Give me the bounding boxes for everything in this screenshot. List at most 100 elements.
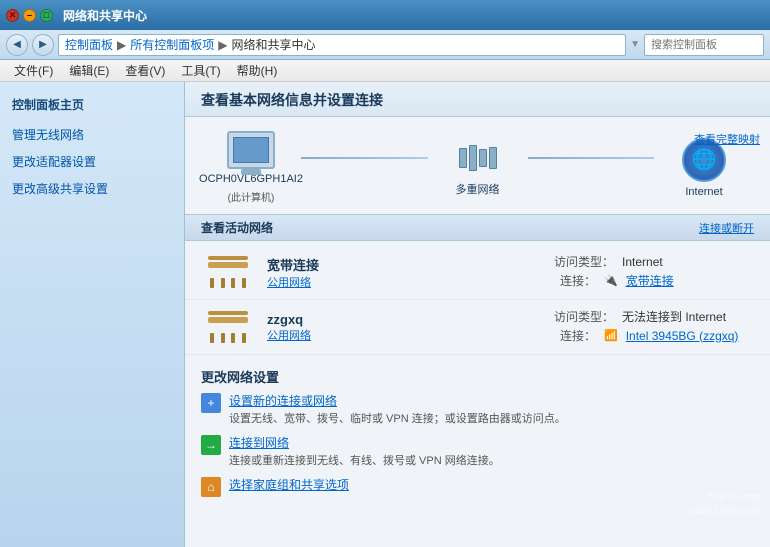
title-bar: ✕ – □ 网络和共享中心 bbox=[0, 0, 770, 30]
multi-bar-4 bbox=[489, 147, 497, 169]
bench-leg-8 bbox=[242, 333, 246, 343]
internet-label: Internet bbox=[685, 186, 722, 198]
bench-leg-5 bbox=[210, 333, 214, 343]
sidebar-link-adapter[interactable]: 更改适配器设置 bbox=[0, 148, 184, 175]
homegroup-link[interactable]: 选择家庭组和共享选项 bbox=[229, 476, 349, 493]
forward-button[interactable]: ▶ bbox=[32, 34, 54, 56]
broadband-access-label: 访问类型： bbox=[554, 253, 614, 270]
bench-leg-2 bbox=[221, 278, 225, 288]
bench-back-2 bbox=[208, 311, 248, 315]
settings-item-homegroup: ⌂ 选择家庭组和共享选项 bbox=[201, 476, 754, 497]
maximize-button[interactable]: □ bbox=[40, 9, 53, 22]
network-diagram: OCPH0VL6GPH1AI2 (此计算机) 多重网络 bbox=[185, 117, 770, 214]
zzgxq-access-row: 访问类型： 无法连接到 Internet bbox=[554, 308, 754, 325]
view-complete-link[interactable]: 查看完整映射 bbox=[694, 131, 760, 147]
broadband-type[interactable]: 公用网络 bbox=[267, 274, 542, 290]
active-networks-title: 查看活动网络 bbox=[201, 219, 273, 236]
zzgxq-info: zzgxq 公用网络 bbox=[267, 312, 542, 343]
zzgxq-icon-wrap bbox=[201, 311, 255, 343]
change-settings-section: 更改网络设置 + 设置新的连接或网络 设置无线、宽带、拨号、临时或 VPN 连接… bbox=[185, 359, 770, 509]
breadcrumb-controlpanel[interactable]: 控制面板 bbox=[65, 36, 113, 53]
bench-icon-zzgxq bbox=[204, 311, 252, 343]
minimize-button[interactable]: – bbox=[23, 9, 36, 22]
zzgxq-signal-icon: 📶 bbox=[604, 329, 618, 342]
menu-file[interactable]: 文件(F) bbox=[6, 60, 61, 81]
zzgxq-connect-label: 连接： bbox=[554, 327, 596, 344]
zzgxq-access-label: 访问类型： bbox=[554, 308, 614, 325]
bench-seat bbox=[208, 262, 248, 268]
active-networks-header: 查看活动网络 连接或断开 bbox=[185, 214, 770, 241]
bench-leg-1 bbox=[210, 278, 214, 288]
window-title: 网络和共享中心 bbox=[63, 7, 147, 24]
content-area: 查看基本网络信息并设置连接 OCPH0VL6GPH1AI2 (此计算机) bbox=[185, 82, 770, 547]
menu-help[interactable]: 帮助(H) bbox=[229, 60, 286, 81]
sidebar-link-sharing[interactable]: 更改高级共享设置 bbox=[0, 175, 184, 202]
bench-leg-6 bbox=[221, 333, 225, 343]
breadcrumb: 控制面板 ▶ 所有控制面板项 ▶ 网络和共享中心 bbox=[58, 34, 626, 56]
sidebar-link-wireless[interactable]: 管理无线网络 bbox=[0, 121, 184, 148]
settings-item-new-connection: + 设置新的连接或网络 设置无线、宽带、拨号、临时或 VPN 连接；或设置路由器… bbox=[201, 392, 754, 426]
net-node-computer: OCPH0VL6GPH1AI2 (此计算机) bbox=[201, 131, 301, 204]
main-layout: 控制面板主页 管理无线网络 更改适配器设置 更改高级共享设置 查看基本网络信息并… bbox=[0, 82, 770, 547]
homegroup-icon: ⌂ bbox=[201, 477, 221, 497]
search-input[interactable] bbox=[644, 34, 764, 56]
address-bar: ◀ ▶ 控制面板 ▶ 所有控制面板项 ▶ 网络和共享中心 ▼ bbox=[0, 30, 770, 60]
broadband-info: 宽带连接 公用网络 bbox=[267, 255, 542, 290]
settings-title: 更改网络设置 bbox=[201, 367, 754, 386]
settings-item-connect: → 连接到网络 连接或重新连接到无线、有线、拨号或 VPN 网络连接。 bbox=[201, 434, 754, 468]
bench-legs bbox=[210, 278, 246, 288]
broadband-status: 访问类型： Internet 连接： 🔌 宽带连接 bbox=[554, 253, 754, 291]
menu-edit[interactable]: 编辑(E) bbox=[61, 60, 117, 81]
zzgxq-name: zzgxq bbox=[267, 312, 542, 327]
breadcrumb-current: 网络和共享中心 bbox=[232, 36, 316, 53]
multi-bar-1 bbox=[459, 148, 467, 168]
broadband-connect-row: 连接： 🔌 宽带连接 bbox=[554, 272, 754, 289]
zzgxq-status: 访问类型： 无法连接到 Internet 连接： 📶 Intel 3945BG … bbox=[554, 308, 754, 346]
multi-network-icon bbox=[454, 139, 502, 177]
new-connection-text: 设置新的连接或网络 设置无线、宽带、拨号、临时或 VPN 连接；或设置路由器或访… bbox=[229, 392, 566, 426]
bench-leg-7 bbox=[231, 333, 235, 343]
broadband-connect-value[interactable]: 宽带连接 bbox=[626, 272, 674, 289]
broadband-access-value: Internet bbox=[622, 255, 663, 269]
broadband-icon-wrap bbox=[201, 256, 255, 288]
computer-icon bbox=[227, 131, 275, 169]
zzgxq-access-value: 无法连接到 Internet bbox=[622, 308, 726, 325]
connect-icon: → bbox=[201, 435, 221, 455]
breadcrumb-allitems[interactable]: 所有控制面板项 bbox=[130, 36, 214, 53]
broadband-connect-icon: 🔌 bbox=[604, 274, 618, 287]
new-connection-desc: 设置无线、宽带、拨号、临时或 VPN 连接；或设置路由器或访问点。 bbox=[229, 413, 566, 425]
zzgxq-connect-value[interactable]: Intel 3945BG (zzgxq) bbox=[626, 329, 739, 343]
new-connection-link[interactable]: 设置新的连接或网络 bbox=[229, 392, 566, 409]
zzgxq-type[interactable]: 公用网络 bbox=[267, 327, 542, 343]
menu-tools[interactable]: 工具(T) bbox=[173, 60, 228, 81]
zzgxq-connect-row: 连接： 📶 Intel 3945BG (zzgxq) bbox=[554, 327, 754, 344]
network-item-zzgxq: zzgxq 公用网络 访问类型： 无法连接到 Internet 连接： 📶 In… bbox=[185, 300, 770, 355]
network-list: 宽带连接 公用网络 访问类型： Internet 连接： 🔌 宽带连接 bbox=[185, 241, 770, 359]
connect-text: 连接到网络 连接或重新连接到无线、有线、拨号或 VPN 网络连接。 bbox=[229, 434, 500, 468]
broadband-name: 宽带连接 bbox=[267, 255, 542, 274]
network-line-2 bbox=[528, 157, 655, 159]
breadcrumb-sep1: ▶ bbox=[117, 38, 126, 52]
new-connection-icon: + bbox=[201, 393, 221, 413]
close-button[interactable]: ✕ bbox=[6, 9, 19, 22]
bench-back bbox=[208, 256, 248, 260]
menu-bar: 文件(F) 编辑(E) 查看(V) 工具(T) 帮助(H) bbox=[0, 60, 770, 82]
monitor-screen bbox=[233, 137, 269, 163]
network-item-broadband: 宽带连接 公用网络 访问类型： Internet 连接： 🔌 宽带连接 bbox=[185, 245, 770, 300]
network-line-1 bbox=[301, 157, 428, 159]
address-dropdown[interactable]: ▼ bbox=[630, 39, 640, 50]
connect-desc: 连接或重新连接到无线、有线、拨号或 VPN 网络连接。 bbox=[229, 455, 500, 467]
multi-label: 多重网络 bbox=[456, 181, 500, 197]
broadband-access-row: 访问类型： Internet bbox=[554, 253, 754, 270]
bench-leg-4 bbox=[242, 278, 246, 288]
bench-leg-3 bbox=[231, 278, 235, 288]
net-node-multi: 多重网络 bbox=[428, 139, 528, 197]
back-button[interactable]: ◀ bbox=[6, 34, 28, 56]
content-header: 查看基本网络信息并设置连接 bbox=[185, 82, 770, 117]
sidebar: 控制面板主页 管理无线网络 更改适配器设置 更改高级共享设置 bbox=[0, 82, 185, 547]
menu-view[interactable]: 查看(V) bbox=[117, 60, 173, 81]
content-title: 查看基本网络信息并设置连接 bbox=[201, 90, 754, 110]
connect-or-disconnect-link[interactable]: 连接或断开 bbox=[699, 220, 754, 236]
bench-icon-broadband bbox=[204, 256, 252, 288]
connect-link[interactable]: 连接到网络 bbox=[229, 434, 500, 451]
